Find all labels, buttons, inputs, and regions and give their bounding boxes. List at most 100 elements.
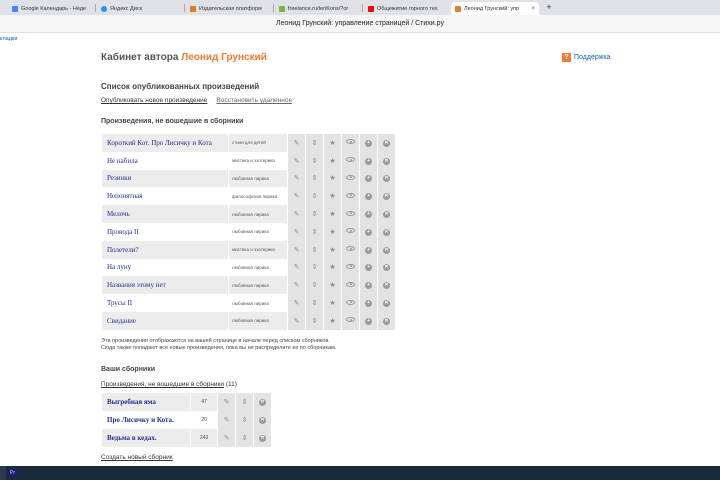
add-icon[interactable]: + <box>360 276 377 295</box>
move-icon[interactable]: ⇕ <box>306 311 323 330</box>
browser-tab[interactable]: Google Календарь - Неде <box>8 2 94 15</box>
star-icon[interactable]: ★ <box>324 258 341 277</box>
delete-icon[interactable]: ✕ <box>378 187 395 206</box>
move-icon[interactable]: ⇕ <box>306 134 323 152</box>
work-title[interactable]: На луну <box>102 258 228 277</box>
delete-icon[interactable]: ✕ <box>378 134 395 152</box>
delete-icon[interactable]: ✕ <box>254 393 271 411</box>
star-icon[interactable]: ★ <box>324 276 341 295</box>
work-title[interactable]: Свидание <box>102 311 228 330</box>
eye-icon[interactable] <box>342 169 359 188</box>
bookmarks-bar[interactable]: кладки <box>0 33 720 45</box>
delete-icon[interactable]: ✕ <box>378 169 395 188</box>
eye-icon[interactable] <box>342 134 359 152</box>
add-icon[interactable]: + <box>360 187 377 206</box>
author-name[interactable]: Леонид Грунский <box>181 52 267 63</box>
delete-icon[interactable]: ✕ <box>378 222 395 241</box>
edit-icon[interactable]: ✎ <box>218 393 235 411</box>
work-title[interactable]: Не набила <box>102 151 228 170</box>
close-icon[interactable]: × <box>531 6 535 12</box>
work-title[interactable]: Резинки <box>102 169 228 188</box>
delete-icon[interactable]: ✕ <box>254 429 271 447</box>
add-icon[interactable]: + <box>360 205 377 223</box>
browser-tab[interactable]: Общежитие горного тех <box>364 2 450 15</box>
start-button[interactable] <box>0 466 6 480</box>
add-icon[interactable]: + <box>360 222 377 241</box>
star-icon[interactable]: ★ <box>324 205 341 223</box>
move-icon[interactable]: ⇕ <box>236 429 253 447</box>
edit-icon[interactable]: ✎ <box>288 205 305 223</box>
move-icon[interactable]: ⇕ <box>306 222 323 241</box>
eye-icon[interactable] <box>342 258 359 277</box>
collection-title[interactable]: Про Лисичку и Кота. <box>102 411 190 429</box>
restore-deleted-link[interactable]: Восстановить удаленное <box>216 97 292 104</box>
add-icon[interactable]: + <box>360 134 377 152</box>
eye-icon[interactable] <box>342 205 359 223</box>
eye-icon[interactable] <box>342 311 359 330</box>
eye-icon[interactable] <box>342 187 359 206</box>
edit-icon[interactable]: ✎ <box>288 151 305 170</box>
uncollected-works-link[interactable]: Произведения, не вошедшие в сборники <box>101 381 224 388</box>
collection-title[interactable]: Ведьма в кедах. <box>102 429 190 447</box>
delete-icon[interactable]: ✕ <box>378 276 395 295</box>
collection-title[interactable]: Выгребная яма <box>102 393 190 411</box>
edit-icon[interactable]: ✎ <box>288 169 305 188</box>
add-icon[interactable]: + <box>360 169 377 188</box>
edit-icon[interactable]: ✎ <box>288 294 305 312</box>
publish-new-link[interactable]: Опубликовать новое произведение <box>101 97 207 104</box>
star-icon[interactable]: ★ <box>324 151 341 170</box>
add-icon[interactable]: + <box>360 240 377 259</box>
add-icon[interactable]: + <box>360 294 377 312</box>
delete-icon[interactable]: ✕ <box>378 294 395 312</box>
eye-icon[interactable] <box>342 294 359 312</box>
browser-tab[interactable]: Яндекс Диск <box>97 2 183 15</box>
work-title[interactable]: Мелочь <box>102 205 228 223</box>
edit-icon[interactable]: ✎ <box>288 222 305 241</box>
work-title[interactable]: Полетели? <box>102 240 228 259</box>
work-title[interactable]: Провода II <box>102 222 228 241</box>
support-label[interactable]: Поддержка <box>574 54 611 61</box>
premiere-app-icon[interactable]: Pr <box>8 469 17 477</box>
move-icon[interactable]: ⇕ <box>306 169 323 188</box>
browser-tab[interactable]: freelance.ru/teriKons/?or <box>275 2 361 15</box>
browser-tab-active[interactable]: Леонид Грунский: упр × <box>451 2 539 15</box>
edit-icon[interactable]: ✎ <box>288 311 305 330</box>
star-icon[interactable]: ★ <box>324 187 341 206</box>
move-icon[interactable]: ⇕ <box>236 411 253 429</box>
star-icon[interactable]: ★ <box>324 294 341 312</box>
edit-icon[interactable]: ✎ <box>288 276 305 295</box>
eye-icon[interactable] <box>342 240 359 259</box>
move-icon[interactable]: ⇕ <box>306 187 323 206</box>
move-icon[interactable]: ⇕ <box>306 205 323 223</box>
eye-icon[interactable] <box>342 222 359 241</box>
work-title[interactable]: Трусы II <box>102 294 228 312</box>
create-collection-link[interactable]: Создать новый сборник <box>101 454 173 461</box>
work-title[interactable]: Короткий Кот. Про Лисичку и Кота <box>102 134 228 152</box>
star-icon[interactable]: ★ <box>324 134 341 152</box>
browser-tab[interactable]: Издательская платформ <box>186 2 272 15</box>
edit-icon[interactable]: ✎ <box>288 258 305 277</box>
delete-icon[interactable]: ✕ <box>378 311 395 330</box>
eye-icon[interactable] <box>342 276 359 295</box>
edit-icon[interactable]: ✎ <box>288 134 305 152</box>
delete-icon[interactable]: ✕ <box>378 151 395 170</box>
add-icon[interactable]: + <box>360 311 377 330</box>
delete-icon[interactable]: ✕ <box>254 411 271 429</box>
move-icon[interactable]: ⇕ <box>236 393 253 411</box>
work-title[interactable]: Непонятная <box>102 187 228 206</box>
eye-icon[interactable] <box>342 151 359 170</box>
edit-icon[interactable]: ✎ <box>218 411 235 429</box>
star-icon[interactable]: ★ <box>324 240 341 259</box>
move-icon[interactable]: ⇕ <box>306 258 323 277</box>
star-icon[interactable]: ★ <box>324 311 341 330</box>
edit-icon[interactable]: ✎ <box>288 187 305 206</box>
work-title[interactable]: Названия этому нет <box>102 276 228 295</box>
star-icon[interactable]: ★ <box>324 169 341 188</box>
star-icon[interactable]: ★ <box>324 222 341 241</box>
delete-icon[interactable]: ✕ <box>378 258 395 277</box>
support-link[interactable]: ? Поддержка <box>562 53 611 62</box>
edit-icon[interactable]: ✎ <box>218 429 235 447</box>
delete-icon[interactable]: ✕ <box>378 205 395 223</box>
new-tab-icon[interactable]: + <box>544 2 554 12</box>
move-icon[interactable]: ⇕ <box>306 276 323 295</box>
